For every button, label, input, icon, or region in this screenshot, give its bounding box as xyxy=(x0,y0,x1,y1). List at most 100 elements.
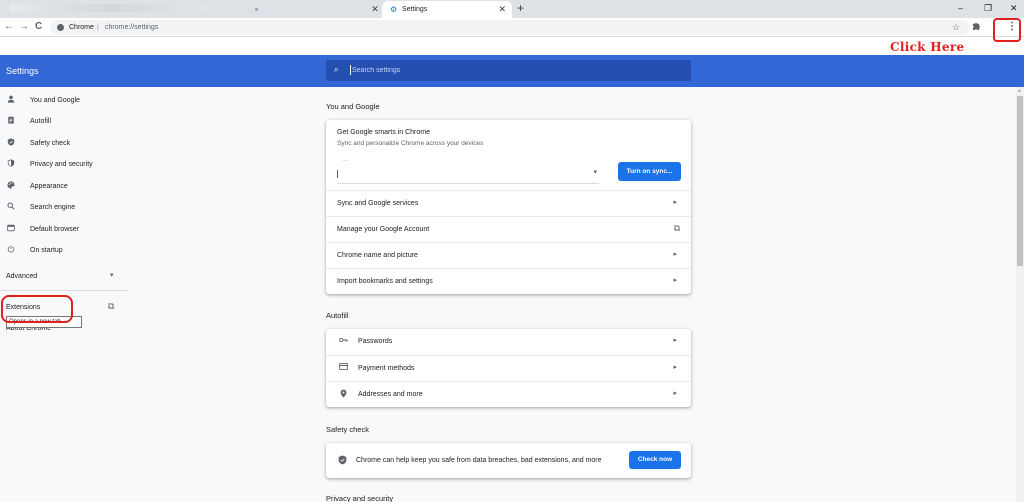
address-url[interactable]: chrome://settings xyxy=(105,23,158,32)
person-icon xyxy=(6,95,16,106)
account-caret xyxy=(337,170,338,178)
bookmark-star-icon[interactable]: ☆ xyxy=(952,21,960,33)
sidebar-item-label: Appearance xyxy=(30,183,68,190)
tab-title: Settings xyxy=(402,6,428,13)
browser-toolbar: ← → C Chrome | chrome://settings ☆ ⋮ xyxy=(0,18,1024,37)
annotation-menu-box xyxy=(993,18,1021,42)
inactive-tab-close-icon[interactable]: ✕ xyxy=(370,3,380,15)
row-payment-methods[interactable]: Payment methods ▸ xyxy=(326,355,691,381)
row-label: Sync and Google services xyxy=(337,200,419,207)
search-settings-field[interactable]: ⌕ xyxy=(326,60,691,81)
sidebar-item-you-and-google[interactable]: You and Google xyxy=(0,90,130,111)
arrow-right-icon: ▸ xyxy=(673,251,677,258)
sidebar-item-label: Privacy and security xyxy=(30,161,93,168)
browser-icon xyxy=(6,224,16,235)
row-label: Addresses and more xyxy=(358,391,423,398)
dropdown-arrow-icon[interactable]: ▾ xyxy=(593,168,597,177)
scrollbar-thumb[interactable] xyxy=(1017,96,1023,266)
sidebar-item-label: Autofill xyxy=(30,118,52,125)
smarts-title: Get Google smarts in Chrome xyxy=(337,129,430,136)
power-icon xyxy=(6,245,16,256)
inactive-tab-dot xyxy=(255,8,258,11)
turn-on-sync-button[interactable]: Turn on sync... xyxy=(618,162,681,181)
row-manage-google-account[interactable]: Manage your Google Account ⧉ xyxy=(326,216,691,242)
key-icon xyxy=(337,336,349,346)
back-icon[interactable]: ← xyxy=(4,21,14,33)
sidebar-item-privacy[interactable]: Privacy and security xyxy=(0,154,130,175)
section-title-autofill: Autofill xyxy=(326,311,349,320)
annotation-click-here: Click Here xyxy=(890,40,965,54)
tab-settings[interactable]: ⚙ Settings ✕ xyxy=(382,1,512,18)
gear-icon: ⚙ xyxy=(390,5,398,14)
smarts-subtitle: Sync and personalize Chrome across your … xyxy=(337,140,484,147)
sidebar-item-label: On startup xyxy=(30,247,63,254)
sidebar-item-default-browser[interactable]: Default browser xyxy=(0,219,130,240)
search-icon xyxy=(6,202,16,213)
arrow-right-icon: ▸ xyxy=(673,337,677,344)
check-now-button[interactable]: Check now xyxy=(629,451,681,469)
puzzle-icon[interactable] xyxy=(972,21,981,33)
text-cursor xyxy=(350,65,351,75)
address-bar[interactable]: Chrome | chrome://settings xyxy=(50,20,970,35)
arrow-right-icon: ▸ xyxy=(673,277,677,284)
forward-icon[interactable]: → xyxy=(19,21,29,33)
inactive-tab[interactable] xyxy=(10,4,210,12)
sidebar-item-autofill[interactable]: Autofill xyxy=(0,111,130,132)
external-link-icon[interactable]: ⧉ xyxy=(108,301,114,312)
close-tab-icon[interactable]: ✕ xyxy=(498,3,506,15)
chrome-site-icon xyxy=(57,24,64,31)
address-separator: | xyxy=(97,24,99,31)
sidebar-item-appearance[interactable]: Appearance xyxy=(0,176,130,197)
page-title: Settings xyxy=(6,66,39,76)
shield-check-icon xyxy=(6,138,16,149)
row-label: Passwords xyxy=(358,338,393,345)
sidebar-divider xyxy=(0,290,128,291)
sidebar-item-label: Search engine xyxy=(30,204,76,211)
location-pin-icon xyxy=(337,389,349,401)
row-label: Import bookmarks and settings xyxy=(337,278,433,285)
account-placeholder: ... xyxy=(343,157,349,163)
window-close-icon[interactable]: ✕ xyxy=(1010,2,1018,14)
scroll-up-icon[interactable]: ▲ xyxy=(1017,88,1022,94)
sidebar-item-label: You and Google xyxy=(30,97,80,104)
arrow-right-icon: ▸ xyxy=(673,199,677,206)
restore-icon[interactable]: ❐ xyxy=(984,2,992,14)
row-label: Manage your Google Account xyxy=(337,226,430,233)
search-icon: ⌕ xyxy=(334,65,339,74)
section-title-privacy: Privacy and security xyxy=(326,494,394,502)
sidebar-item-safety-check[interactable]: Safety check xyxy=(0,133,130,154)
section-title-you-and-google: You and Google xyxy=(326,102,380,111)
safety-check-card: Chrome can help keep you safe from data … xyxy=(326,443,691,478)
row-label: Payment methods xyxy=(358,365,415,372)
sidebar-item-on-startup[interactable]: On startup xyxy=(0,240,130,261)
credit-card-icon xyxy=(337,363,349,373)
shield-check-icon xyxy=(338,455,347,467)
annotation-extensions-box xyxy=(1,295,73,323)
sidebar-advanced[interactable]: Advanced xyxy=(6,272,37,281)
reload-icon[interactable]: C xyxy=(35,21,42,33)
sidebar-item-label: Safety check xyxy=(30,140,71,147)
row-import-bookmarks[interactable]: Import bookmarks and settings ▸ xyxy=(326,268,691,294)
sidebar-item-search-engine[interactable]: Search engine xyxy=(0,197,130,218)
account-select[interactable]: ... ▾ xyxy=(337,156,599,184)
row-passwords[interactable]: Passwords ▸ xyxy=(326,329,691,355)
chevron-down-icon[interactable]: ▾ xyxy=(110,271,114,280)
external-link-icon: ⧉ xyxy=(673,223,680,233)
section-title-safety-check: Safety check xyxy=(326,425,369,434)
search-input[interactable] xyxy=(352,63,652,77)
arrow-right-icon: ▸ xyxy=(673,364,677,371)
toolbar-gap xyxy=(0,37,1024,55)
autofill-card: Passwords ▸ Payment methods ▸ Addresses … xyxy=(326,329,691,407)
new-tab-button[interactable]: + xyxy=(517,1,524,16)
clipboard-icon xyxy=(6,116,16,127)
row-sync-google-services[interactable]: Sync and Google services ▸ xyxy=(326,190,691,216)
you-and-google-card: Get Google smarts in Chrome Sync and per… xyxy=(326,120,691,294)
row-chrome-name-picture[interactable]: Chrome name and picture ▸ xyxy=(326,242,691,268)
palette-icon xyxy=(6,181,16,192)
arrow-right-icon: ▸ xyxy=(673,390,677,397)
row-addresses[interactable]: Addresses and more ▸ xyxy=(326,381,691,407)
row-label: Chrome name and picture xyxy=(337,252,418,259)
address-host: Chrome xyxy=(69,24,94,31)
safety-check-text: Chrome can help keep you safe from data … xyxy=(356,457,602,464)
minimize-icon[interactable]: – xyxy=(958,2,963,14)
